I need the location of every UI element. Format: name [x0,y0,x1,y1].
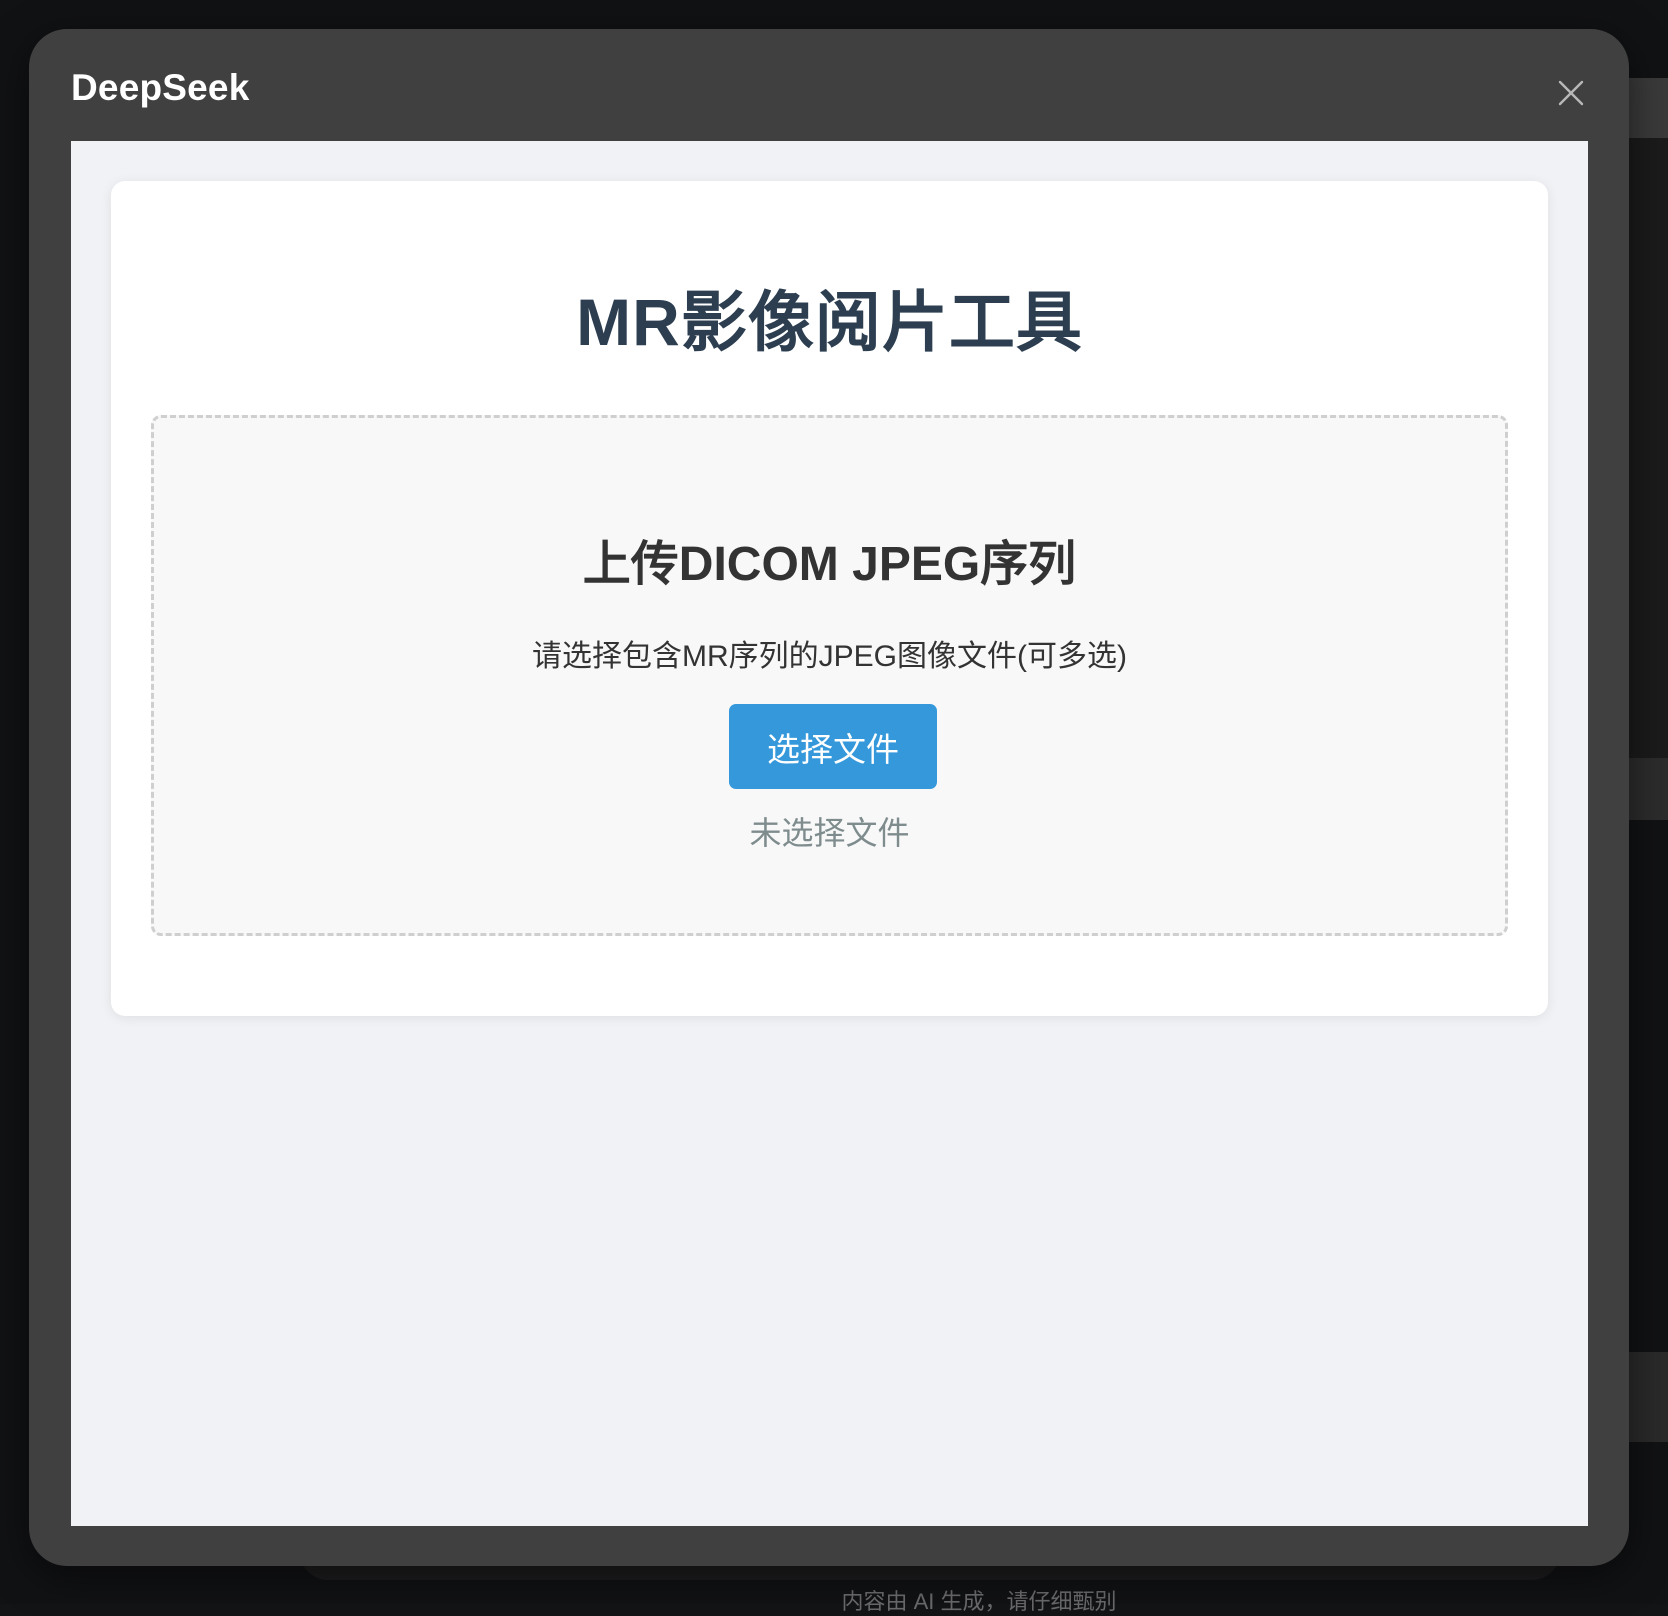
main-card: MR影像阅片工具 上传DICOM JPEG序列 请选择包含MR序列的JPEG图像… [111,181,1548,1016]
upload-heading: 上传DICOM JPEG序列 [154,524,1505,594]
choose-file-button[interactable]: 选择文件 [729,704,937,789]
modal-title: DeepSeek [71,67,250,109]
close-icon [1557,79,1585,112]
upload-dropzone[interactable]: 上传DICOM JPEG序列 请选择包含MR序列的JPEG图像文件(可多选) 选… [151,415,1508,936]
background-footer-text: 内容由 AI 生成，请仔细甄别 [0,1584,1668,1616]
page-title: MR影像阅片工具 [111,269,1548,365]
preview-frame: MR影像阅片工具 上传DICOM JPEG序列 请选择包含MR序列的JPEG图像… [71,141,1588,1526]
upload-description: 请选择包含MR序列的JPEG图像文件(可多选) [154,631,1505,675]
file-status: 未选择文件 [154,808,1505,854]
preview-modal: DeepSeek MR影像阅片工具 上传DICOM JPEG序列 请选择包含MR… [29,29,1629,1566]
close-button[interactable] [1549,73,1593,117]
